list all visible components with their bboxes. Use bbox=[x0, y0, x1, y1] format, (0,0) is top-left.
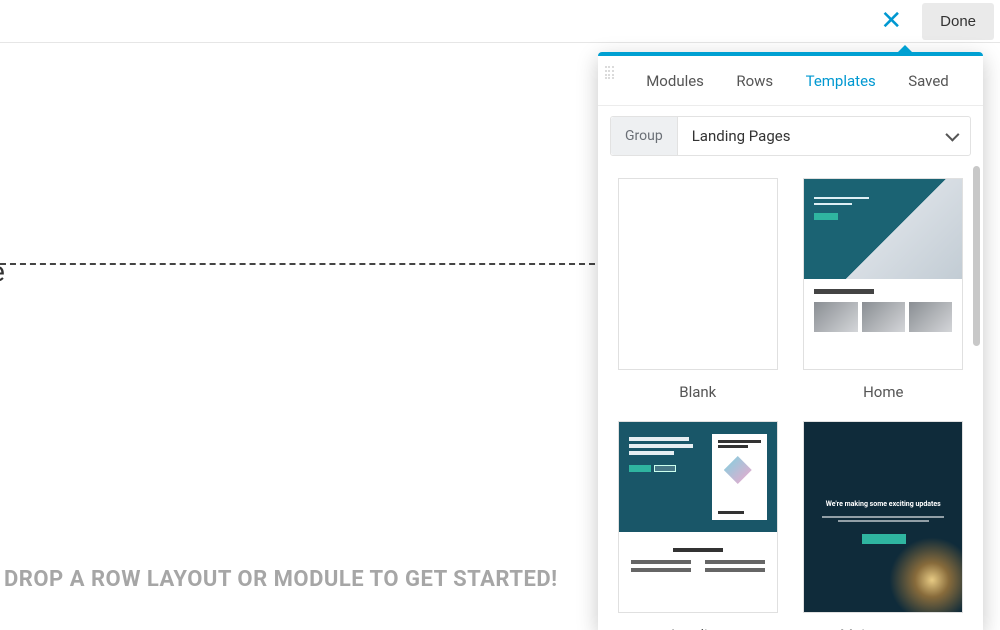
template-label: Home bbox=[863, 383, 903, 401]
template-thumb: We're making some exciting updates bbox=[803, 421, 963, 613]
close-icon[interactable]: ✕ bbox=[874, 8, 908, 34]
template-thumb bbox=[803, 178, 963, 370]
drag-handle-icon[interactable] bbox=[605, 66, 614, 80]
panel-tabs: Modules Rows Templates Saved bbox=[598, 56, 983, 106]
template-blank[interactable]: Blank bbox=[616, 178, 780, 401]
scrollbar-thumb[interactable] bbox=[973, 166, 980, 346]
top-bar: ✕ Done bbox=[0, 0, 1000, 43]
done-button[interactable]: Done bbox=[922, 3, 994, 40]
template-grid: Blank Home bbox=[598, 166, 983, 630]
template-maintenance[interactable]: We're making some exciting updates Maint… bbox=[802, 421, 966, 630]
tab-rows[interactable]: Rows bbox=[734, 68, 775, 94]
group-label: Group bbox=[611, 117, 678, 155]
templates-scroll: Blank Home bbox=[598, 166, 983, 630]
template-label: Blank bbox=[679, 383, 716, 401]
page-title-edge: e bbox=[0, 255, 5, 288]
template-thumb bbox=[618, 178, 778, 370]
tab-modules[interactable]: Modules bbox=[644, 68, 706, 94]
separator-dashed bbox=[0, 263, 595, 265]
chevron-down-icon bbox=[945, 128, 959, 142]
template-home[interactable]: Home bbox=[802, 178, 966, 401]
group-selected-value: Landing Pages bbox=[692, 127, 791, 145]
tab-saved[interactable]: Saved bbox=[906, 68, 951, 94]
drop-hint: DROP A ROW LAYOUT OR MODULE TO GET START… bbox=[4, 567, 558, 592]
template-landing[interactable]: Landing bbox=[616, 421, 780, 630]
panel-arrow bbox=[895, 45, 915, 55]
group-selector[interactable]: Group Landing Pages bbox=[610, 116, 971, 156]
group-dropdown[interactable]: Landing Pages bbox=[678, 117, 970, 155]
tab-templates[interactable]: Templates bbox=[804, 68, 878, 94]
template-thumb bbox=[618, 421, 778, 613]
content-panel: Modules Rows Templates Saved Group Landi… bbox=[598, 52, 983, 630]
template-label: Maintenance bbox=[840, 626, 927, 630]
maint-headline: We're making some exciting updates bbox=[804, 500, 962, 508]
template-label: Landing bbox=[671, 626, 724, 630]
